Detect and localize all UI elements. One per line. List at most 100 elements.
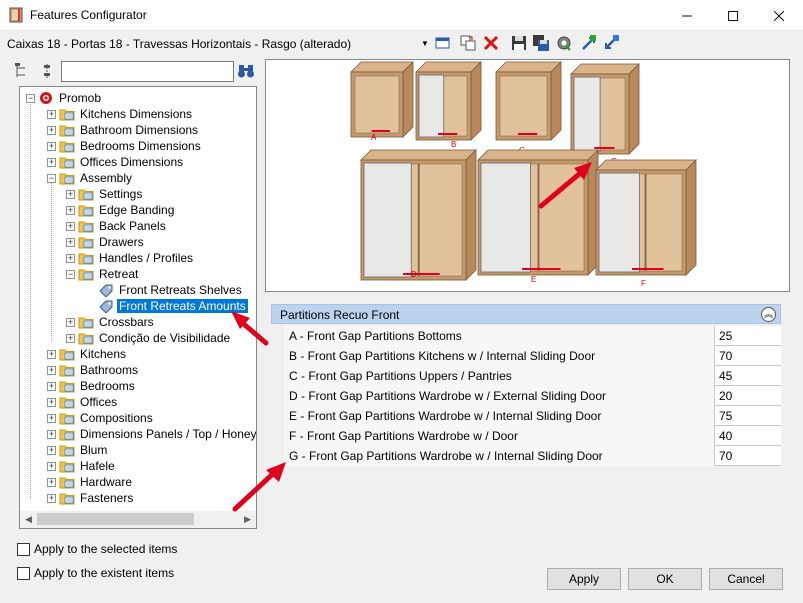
tree-item[interactable]: Front Retreats Shelves (86, 282, 244, 298)
tree-item[interactable]: + Settings (66, 186, 144, 202)
tree-item[interactable]: Front Retreats Amounts (86, 298, 248, 314)
tree-item[interactable]: + Fasteners (47, 490, 135, 506)
tree-item-label: Settings (99, 187, 143, 201)
apply-selected-option[interactable]: Apply to the selected items (17, 542, 177, 556)
property-value[interactable]: 25 (715, 326, 781, 346)
collapse-button[interactable]: ︽ (761, 307, 776, 322)
binoculars-icon[interactable] (237, 63, 255, 79)
folder-icon (78, 221, 94, 233)
collapse-all-icon[interactable] (44, 64, 50, 78)
tree-item[interactable]: + Hardware (47, 474, 134, 490)
tree-item[interactable]: − Promob (26, 90, 103, 106)
property-value[interactable]: 70 (715, 346, 781, 366)
expand-icon[interactable]: + (47, 349, 56, 359)
scroll-right-icon[interactable]: ▶ (244, 514, 251, 525)
expand-icon[interactable]: + (66, 189, 75, 199)
tree-item[interactable]: + Condição de Visibilidade (66, 330, 232, 346)
collapse-icon[interactable]: − (66, 269, 75, 279)
scroll-left-icon[interactable]: ◀ (25, 514, 32, 525)
window-icon[interactable] (434, 34, 452, 52)
cancel-button[interactable]: Cancel (709, 568, 783, 590)
copy-icon[interactable] (459, 34, 477, 52)
apply-button[interactable]: Apply (547, 568, 621, 590)
tree-item[interactable]: + Dimensions Panels / Top / Honeycor (47, 426, 256, 442)
tree-item[interactable]: − Retreat (66, 266, 140, 282)
tree-item[interactable]: + Drawers (66, 234, 146, 250)
expand-icon[interactable]: + (47, 109, 56, 119)
save-as-icon[interactable] (532, 34, 550, 52)
property-value[interactable]: 20 (715, 386, 781, 406)
expand-icon[interactable]: + (66, 253, 75, 263)
apply-selected-checkbox[interactable] (17, 542, 30, 556)
tree-item[interactable]: + Back Panels (66, 218, 168, 234)
expand-icon[interactable]: + (47, 445, 56, 455)
tree-item[interactable]: + Bedrooms Dimensions (47, 138, 203, 154)
tree-item[interactable]: + Blum (47, 442, 109, 458)
property-value[interactable]: 45 (715, 366, 781, 386)
save-icon[interactable] (510, 34, 528, 52)
expand-icon[interactable]: + (47, 141, 56, 151)
export-icon[interactable] (602, 34, 620, 52)
settings-icon[interactable] (555, 34, 573, 52)
import-icon[interactable] (580, 34, 598, 52)
property-value[interactable]: 75 (715, 406, 781, 426)
tree-item[interactable]: + Bathroom Dimensions (47, 122, 200, 138)
expand-icon[interactable]: + (47, 157, 56, 167)
dropdown-icon[interactable]: ▼ (421, 39, 429, 48)
expand-icon[interactable]: + (47, 461, 56, 471)
tree-item[interactable]: − Assembly (47, 170, 134, 186)
tree-item[interactable]: + Bathrooms (47, 362, 140, 378)
apply-existent-label: Apply to the existent items (34, 566, 175, 580)
features-tree[interactable]: − Promob + Kitchens Dimensions + Bathroom Dim… (19, 86, 257, 529)
ok-button[interactable]: OK (628, 568, 702, 590)
property-value[interactable]: 70 (715, 446, 781, 466)
expand-icon[interactable]: + (66, 333, 75, 343)
tree-item[interactable]: + Offices Dimensions (47, 154, 185, 170)
expand-icon[interactable]: + (47, 397, 56, 407)
minimize-button[interactable] (664, 0, 710, 31)
expand-icon[interactable]: + (47, 493, 56, 503)
apply-existent-option[interactable]: Apply to the existent items (17, 566, 174, 580)
property-row[interactable]: B - Front Gap Partitions Kitchens w / In… (284, 346, 781, 366)
tree-item-label: Hardware (80, 475, 133, 489)
property-row[interactable]: F - Front Gap Partitions Wardrobe w / Do… (284, 426, 781, 446)
property-row[interactable]: A - Front Gap Partitions Bottoms 25 (284, 326, 781, 346)
expand-icon[interactable]: + (47, 125, 56, 135)
tree-item[interactable]: + Edge Banding (66, 202, 176, 218)
tree-item[interactable]: + Compositions (47, 410, 155, 426)
property-row[interactable]: G - Front Gap Partitions Wardrobe w / In… (284, 446, 781, 466)
apply-existent-checkbox[interactable] (17, 566, 30, 580)
expand-icon[interactable]: + (66, 205, 75, 215)
collapse-icon[interactable]: − (47, 173, 56, 183)
property-value[interactable]: 40 (715, 426, 781, 446)
search-input[interactable] (61, 61, 234, 82)
expand-all-icon[interactable] (15, 63, 25, 77)
tree-item[interactable]: + Offices (47, 394, 119, 410)
expand-icon[interactable]: + (66, 317, 75, 327)
tree-item[interactable]: + Bedrooms (47, 378, 137, 394)
expand-icon[interactable]: + (47, 365, 56, 375)
collapse-icon[interactable]: − (26, 93, 35, 103)
expand-icon[interactable]: + (66, 237, 75, 247)
delete-icon[interactable] (482, 34, 500, 52)
property-row[interactable]: E - Front Gap Partitions Wardrobe w / In… (284, 406, 781, 426)
close-button[interactable] (756, 0, 802, 31)
expand-icon[interactable]: + (47, 429, 56, 439)
tree-item[interactable]: + Hafele (47, 458, 117, 474)
expand-icon[interactable]: + (66, 221, 75, 231)
property-row[interactable]: C - Front Gap Partitions Uppers / Pantri… (284, 366, 781, 386)
horizontal-scrollbar[interactable]: ◀ ▶ (20, 511, 256, 528)
folder-icon (59, 429, 75, 441)
expand-icon[interactable]: + (47, 413, 56, 423)
expand-icon[interactable]: + (47, 477, 56, 487)
scrollbar-thumb[interactable] (37, 513, 194, 525)
property-row[interactable]: D - Front Gap Partitions Wardrobe w / Ex… (284, 386, 781, 406)
tree-item[interactable]: + Kitchens (47, 346, 128, 362)
folder-icon (59, 141, 75, 153)
tree-item[interactable]: + Crossbars (66, 314, 156, 330)
expand-icon[interactable]: + (47, 381, 56, 391)
maximize-button[interactable] (710, 0, 756, 31)
tree-item[interactable]: + Kitchens Dimensions (47, 106, 194, 122)
tree-item-label: Crossbars (99, 315, 154, 329)
tree-item[interactable]: + Handles / Profiles (66, 250, 195, 266)
